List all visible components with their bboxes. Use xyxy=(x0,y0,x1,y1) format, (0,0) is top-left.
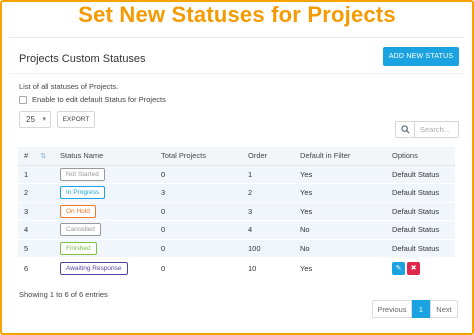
total-projects-cell: 3 xyxy=(155,183,242,203)
row-number: 4 xyxy=(18,220,54,240)
options-cell: Default Status xyxy=(386,165,455,184)
page-size-value: 25 xyxy=(26,115,35,124)
page-1-button[interactable]: 1 xyxy=(412,300,430,318)
status-name-cell: On Hold xyxy=(54,202,155,221)
status-badge: Cancelled xyxy=(60,223,101,237)
order-cell: 1 xyxy=(242,165,294,184)
row-number: 5 xyxy=(18,239,54,258)
status-badge: On Hold xyxy=(60,204,96,218)
total-projects-cell: 0 xyxy=(155,239,242,258)
options-cell: Default Status xyxy=(386,202,455,221)
table-row: 5 Finished 0 100 No Default Status xyxy=(18,239,455,258)
order-cell: 10 xyxy=(242,257,294,279)
options-cell: Default Status xyxy=(386,183,455,203)
default-in-filter-cell: No xyxy=(294,220,386,240)
total-projects-cell: 0 xyxy=(155,257,242,279)
row-number: 1 xyxy=(18,165,54,184)
total-projects-cell: 0 xyxy=(155,165,242,184)
pencil-icon: ✎ xyxy=(395,264,402,272)
add-new-status-button[interactable]: ADD NEW STATUS xyxy=(383,47,459,66)
default-in-filter-cell: Yes xyxy=(294,165,386,184)
column-header-order[interactable]: Order xyxy=(242,147,294,166)
edit-default-checkbox-row[interactable]: Enable to edit default Status for Projec… xyxy=(19,95,166,104)
status-name-cell: Cancelled xyxy=(54,220,155,240)
status-badge: Awaiting Response xyxy=(60,261,128,275)
column-header-status-name[interactable]: Status Name xyxy=(54,147,155,166)
table-row: 1 Not Started 0 1 Yes Default Status xyxy=(18,165,455,184)
divider xyxy=(9,73,464,74)
total-projects-cell: 0 xyxy=(155,220,242,240)
close-icon: ✖ xyxy=(410,264,417,272)
search-icon xyxy=(400,125,410,134)
status-badge: Not Started xyxy=(60,167,105,181)
status-name-cell: Awaiting Response xyxy=(54,257,155,279)
search-input[interactable] xyxy=(414,121,459,138)
edit-button[interactable]: ✎ xyxy=(392,261,405,275)
table-row: 6 Awaiting Response 0 10 Yes ✎ ✖ xyxy=(18,257,455,279)
default-status-label: Default Status xyxy=(392,188,440,198)
page-headline: Set New Statuses for Projects xyxy=(78,2,396,27)
previous-page-button[interactable]: Previous xyxy=(372,300,412,318)
order-cell: 2 xyxy=(242,183,294,203)
default-in-filter-cell: Yes xyxy=(294,202,386,221)
status-badge: In Progress xyxy=(60,186,106,200)
chevron-down-icon: ▾ xyxy=(42,116,46,123)
row-number: 3 xyxy=(18,202,54,221)
table-header-row: # ⇅ Status Name Total Projects Order Def… xyxy=(18,147,455,166)
default-status-label: Default Status xyxy=(392,225,440,235)
status-badge: Finished xyxy=(60,241,97,255)
statuses-table: # ⇅ Status Name Total Projects Order Def… xyxy=(18,147,455,279)
table-row: 4 Cancelled 0 4 No Default Status xyxy=(18,220,455,240)
options-cell: Default Status xyxy=(386,220,455,240)
order-cell: 3 xyxy=(242,202,294,221)
status-name-cell: Finished xyxy=(54,239,155,258)
table-row: 2 In Progress 3 2 Yes Default Status xyxy=(18,183,455,203)
column-header-label: # xyxy=(24,151,29,161)
options-cell: Default Status xyxy=(386,239,455,258)
default-status-label: Default Status xyxy=(392,169,440,179)
column-header-total-projects[interactable]: Total Projects xyxy=(155,147,242,166)
delete-button[interactable]: ✖ xyxy=(407,261,420,275)
column-header-number[interactable]: # ⇅ xyxy=(18,147,54,166)
default-in-filter-cell: Yes xyxy=(294,257,386,279)
column-header-default-in-filter[interactable]: Default in Filter xyxy=(294,147,386,166)
sort-icon[interactable]: ⇅ xyxy=(40,153,46,160)
table-row: 3 On Hold 0 3 Yes Default Status xyxy=(18,202,455,221)
edit-default-checkbox[interactable] xyxy=(19,95,27,104)
order-cell: 4 xyxy=(242,220,294,240)
panel-title: Projects Custom Statuses xyxy=(19,53,146,65)
status-name-cell: In Progress xyxy=(54,183,155,203)
export-button[interactable]: EXPORT xyxy=(57,111,95,128)
default-status-label: Default Status xyxy=(392,243,440,253)
column-header-options[interactable]: Options xyxy=(386,147,455,166)
status-name-cell: Not Started xyxy=(54,165,155,184)
default-status-label: Default Status xyxy=(392,206,440,216)
page-size-select[interactable]: 25 ▾ xyxy=(19,111,51,128)
default-in-filter-cell: No xyxy=(294,239,386,258)
options-cell: ✎ ✖ xyxy=(386,257,455,279)
search-button[interactable] xyxy=(395,121,415,138)
total-projects-cell: 0 xyxy=(155,202,242,221)
next-page-button[interactable]: Next xyxy=(430,300,458,318)
row-number: 6 xyxy=(18,257,54,279)
order-cell: 100 xyxy=(242,239,294,258)
row-number: 2 xyxy=(18,183,54,203)
list-caption: List of all statuses of Projects. xyxy=(19,82,119,91)
default-in-filter-cell: Yes xyxy=(294,183,386,203)
pagination: Previous 1 Next xyxy=(372,300,458,318)
entries-info: Showing 1 to 6 of 6 entries xyxy=(19,290,108,299)
statuses-panel: Projects Custom Statuses ADD NEW STATUS … xyxy=(9,37,464,329)
edit-default-checkbox-label: Enable to edit default Status for Projec… xyxy=(32,95,166,104)
